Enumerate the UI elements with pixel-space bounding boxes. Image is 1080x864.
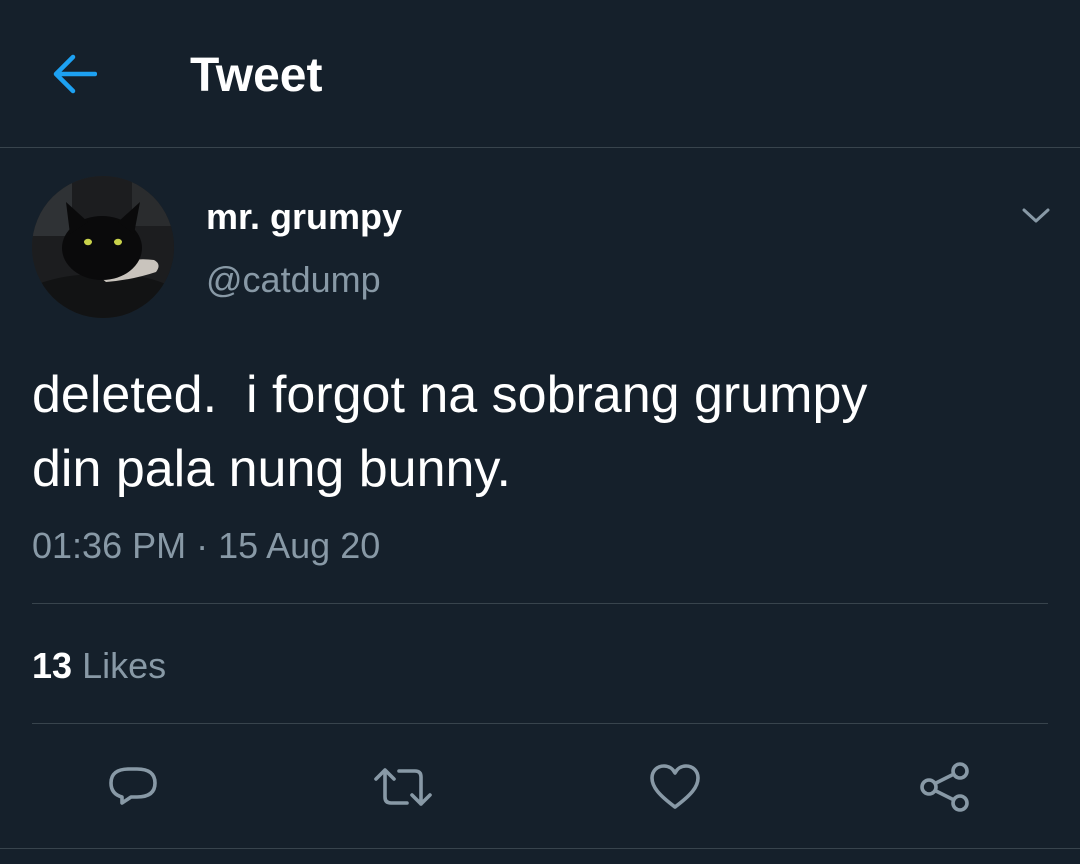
reply-button[interactable] [103, 757, 163, 817]
like-button[interactable] [645, 757, 705, 817]
user-handle[interactable]: @catdump [206, 258, 381, 302]
likes-stat[interactable]: 13 Likes [32, 644, 166, 688]
divider [32, 723, 1048, 724]
back-button[interactable] [44, 44, 104, 104]
divider [32, 603, 1048, 604]
likes-label: Likes [82, 645, 167, 686]
share-button[interactable] [915, 757, 975, 817]
retweet-button[interactable] [373, 757, 433, 817]
page-title: Tweet [190, 49, 323, 102]
display-name[interactable]: mr. grumpy [206, 196, 402, 238]
share-icon [920, 762, 969, 812]
reply-icon [109, 767, 157, 805]
top-app-bar: Tweet [0, 0, 1080, 148]
tweet-detail-page: Tweet mr. grumpy @catdump deleted. i for… [0, 0, 1080, 864]
avatar[interactable] [32, 176, 174, 318]
retweet-icon [374, 768, 432, 806]
likes-count: 13 [32, 645, 73, 686]
bottom-divider [0, 848, 1080, 849]
chevron-down-icon [1022, 208, 1050, 223]
tweet-text: deleted. i forgot na sobrang grumpy din … [32, 366, 868, 498]
heart-icon [650, 764, 700, 809]
cat-avatar-image [32, 176, 174, 318]
arrow-left-icon [53, 54, 97, 94]
tweet-timestamp: 01:36 PM · 15 Aug 20 [32, 525, 381, 566]
more-options-button[interactable] [1012, 196, 1060, 236]
